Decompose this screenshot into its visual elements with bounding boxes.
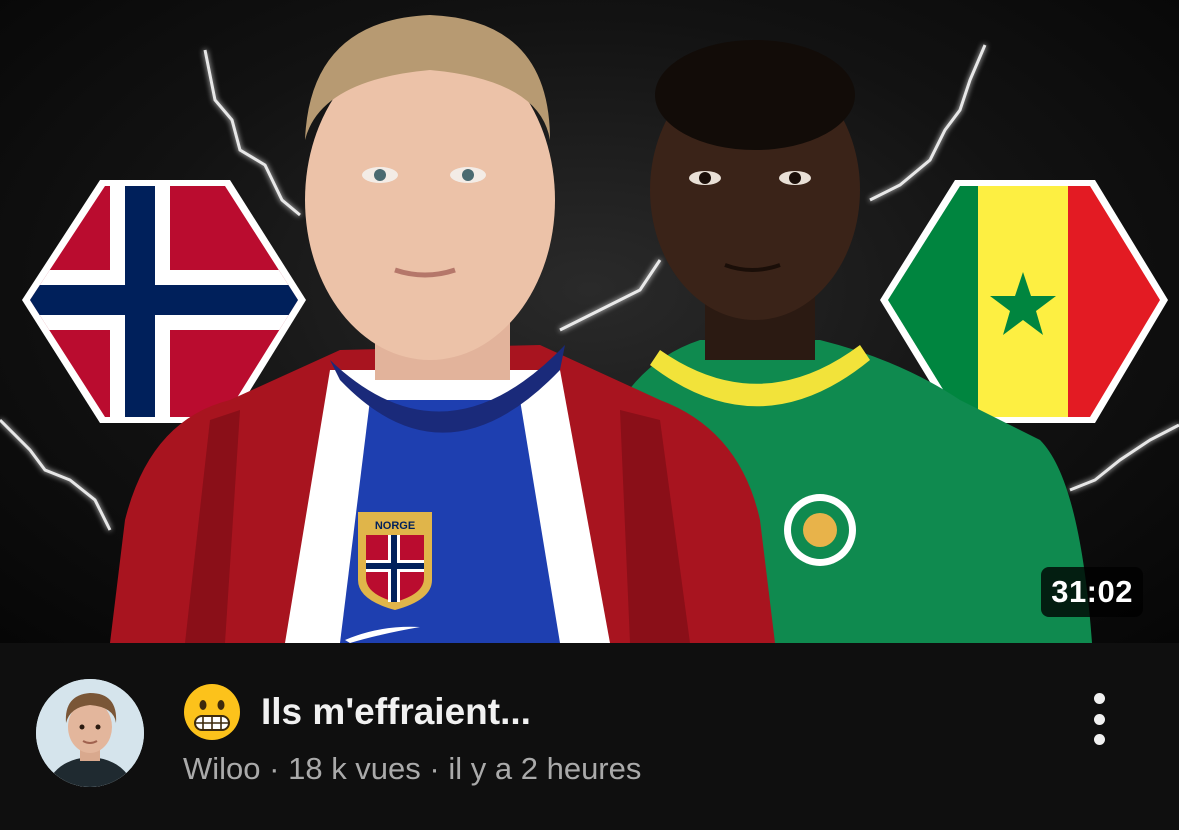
view-count: 18 k vues [288, 751, 421, 786]
crest-label: NORGE [375, 520, 415, 532]
norway-crest-icon: NORGE [358, 512, 432, 610]
more-vert-icon[interactable] [1077, 689, 1121, 749]
grimacing-face-icon [184, 684, 240, 740]
thumbnail-artwork: NORGE [0, 15, 1179, 643]
video-card[interactable]: NORGE 31:02 Ils m'effraient... Wiloo · 1… [0, 0, 1179, 830]
video-subline: Wiloo · 18 k vues · il y a 2 heures [183, 751, 641, 787]
video-meta: Ils m'effraient... Wiloo · 18 k vues · i… [0, 643, 1179, 830]
video-thumbnail[interactable]: NORGE 31:02 [0, 0, 1179, 643]
separator: · [429, 751, 440, 786]
video-title[interactable]: Ils m'effraient... [261, 691, 531, 733]
title-row: Ils m'effraient... [183, 683, 1059, 741]
channel-avatar[interactable] [36, 679, 144, 787]
separator: · [269, 751, 280, 786]
duration-badge: 31:02 [1041, 567, 1143, 617]
published-time: il y a 2 heures [448, 751, 642, 786]
channel-name[interactable]: Wiloo [183, 751, 261, 786]
